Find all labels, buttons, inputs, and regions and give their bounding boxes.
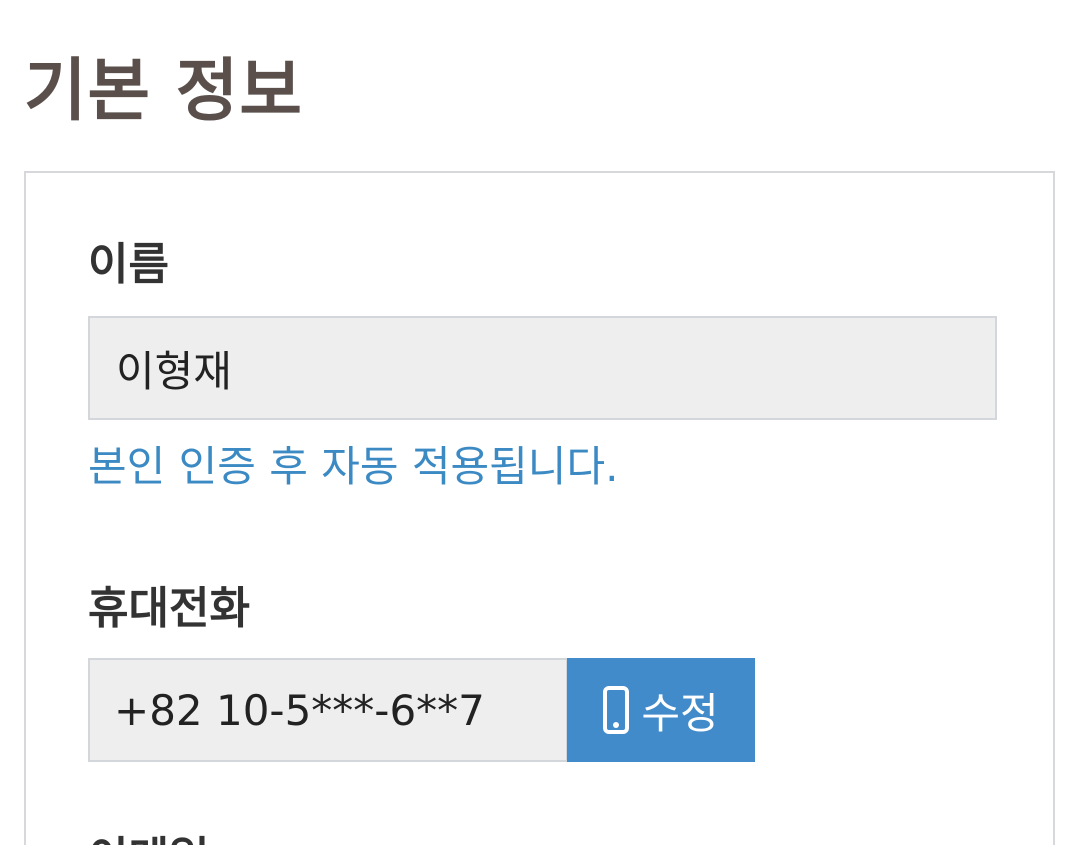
name-helper-text: 본인 인증 후 자동 적용됩니다. — [88, 442, 619, 491]
mobile-phone-icon — [603, 686, 630, 734]
phone-label: 휴대전화 — [88, 583, 250, 634]
phone-field: +82 10-5***-6**7 — [88, 658, 568, 762]
basic-info-page: 기본 정보 이름 이형재 본인 인증 후 자동 적용됩니다. 휴대전화 +82 … — [0, 0, 1080, 845]
name-label: 이름 — [88, 239, 169, 290]
email-label: 이메일 — [88, 837, 209, 845]
basic-info-card: 이름 이형재 본인 인증 후 자동 적용됩니다. 휴대전화 +82 10-5**… — [24, 171, 1055, 845]
name-field: 이형재 — [88, 316, 997, 420]
section-title: 기본 정보 — [24, 52, 303, 131]
phone-edit-label: 수정 — [641, 688, 719, 738]
phone-edit-button[interactable]: 수정 — [567, 658, 755, 762]
